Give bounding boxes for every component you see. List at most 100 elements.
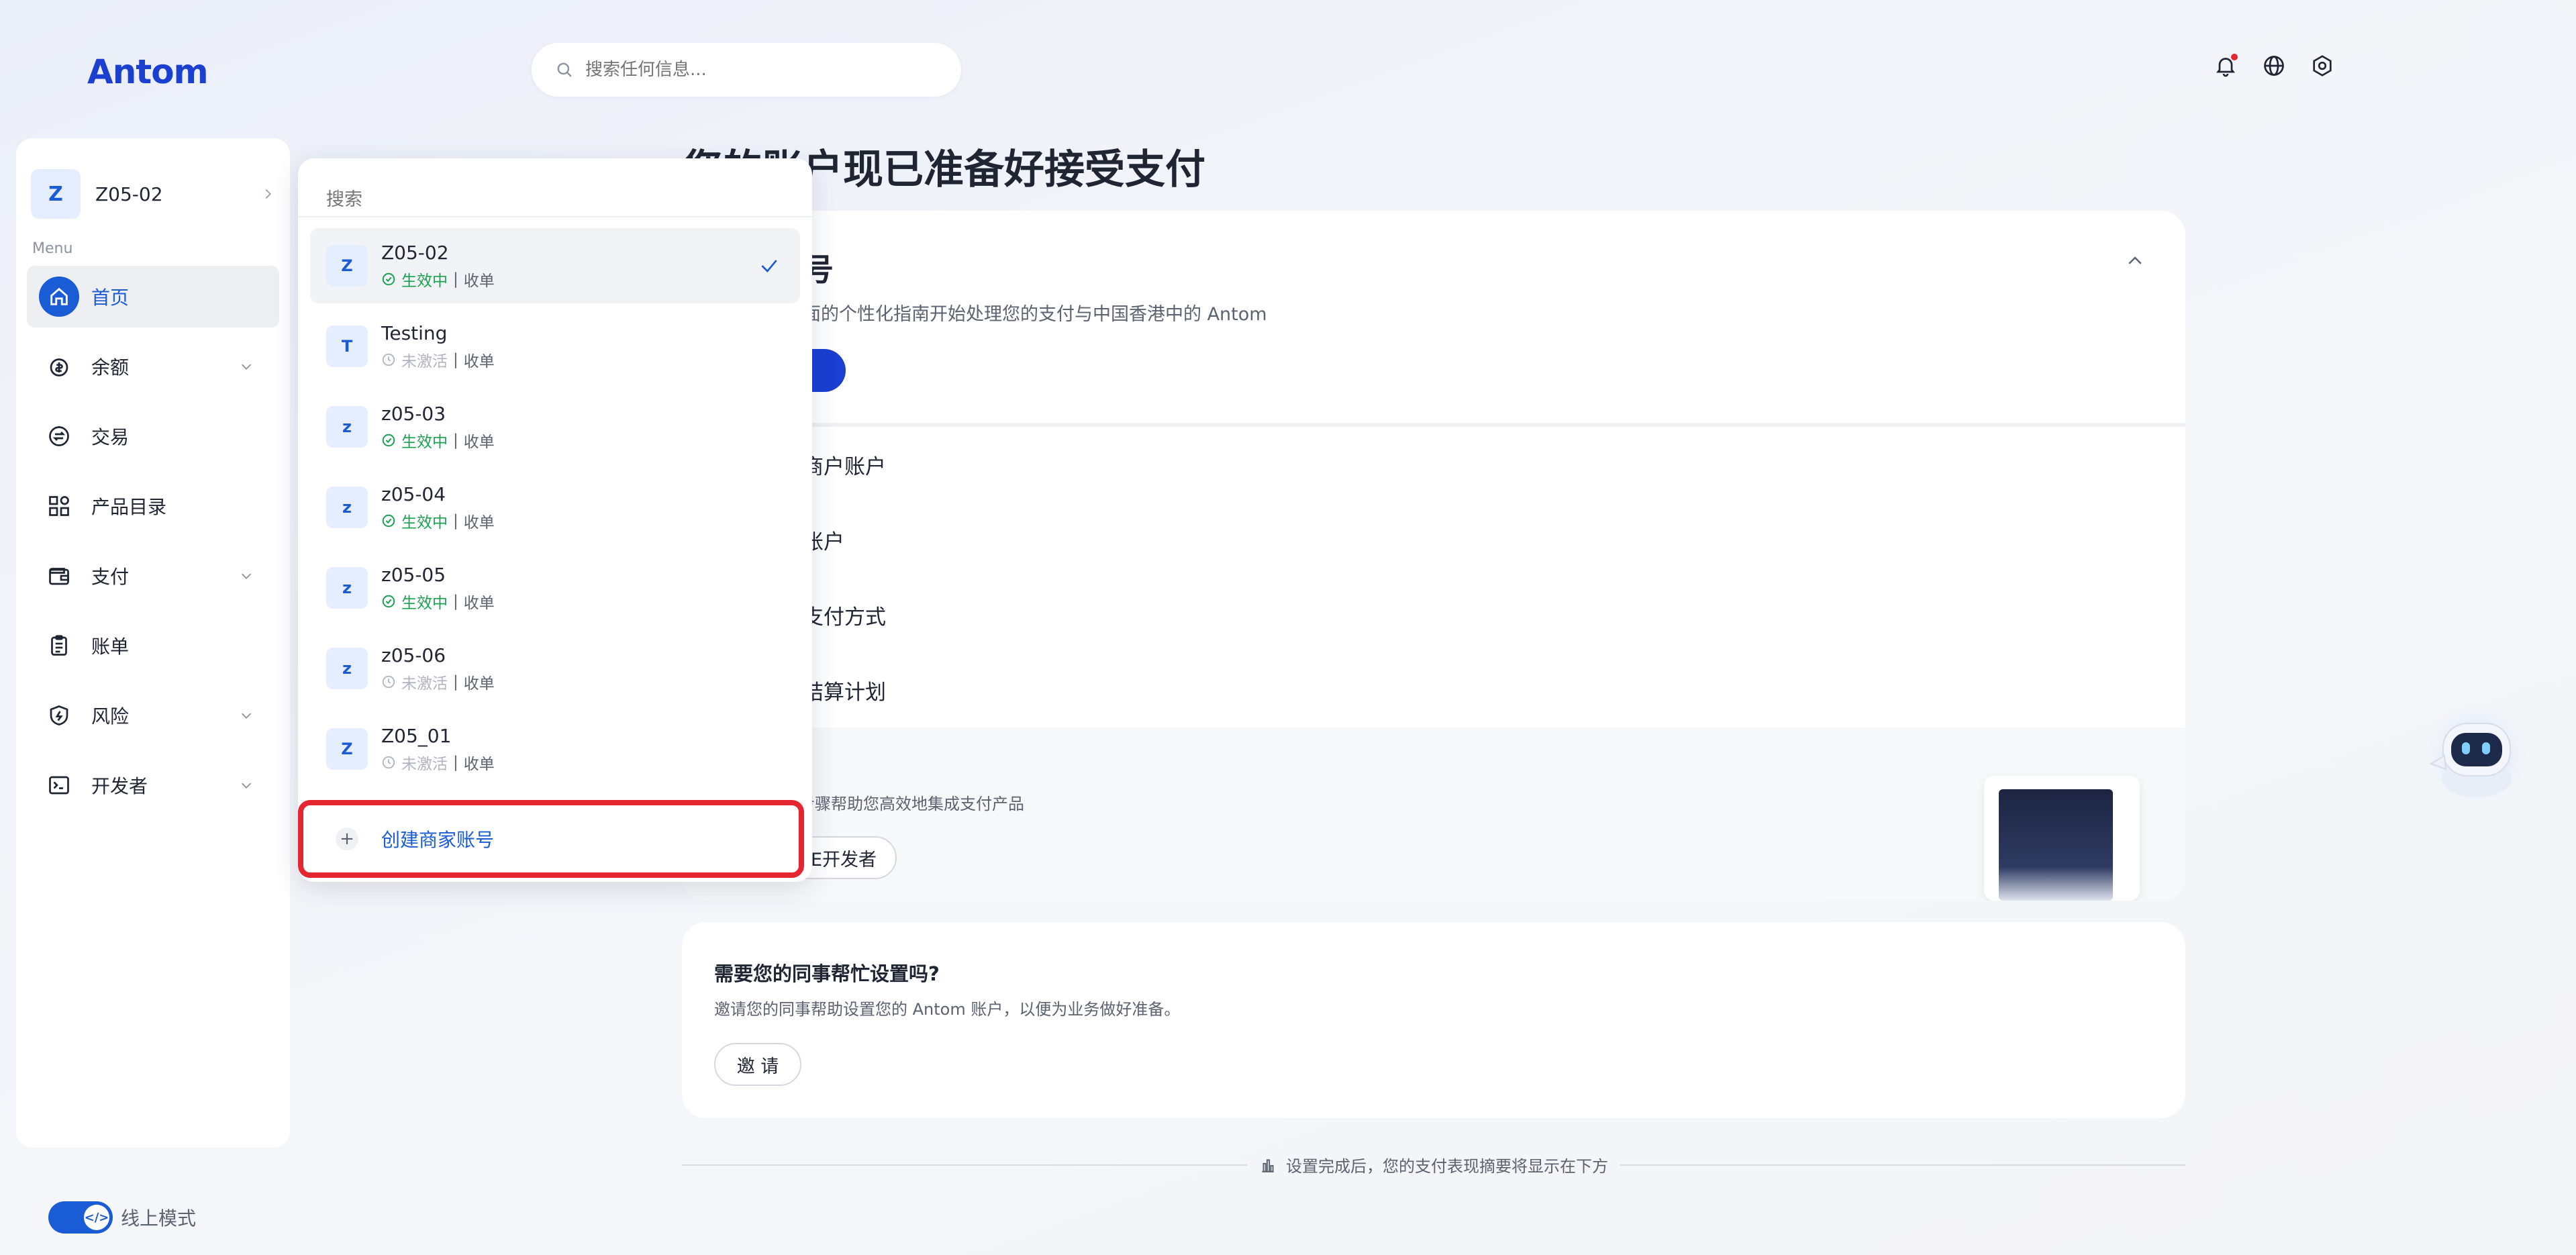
home-icon xyxy=(39,277,79,317)
avatar: Z xyxy=(31,169,81,219)
sidebar-item-balance[interactable]: 余额 xyxy=(27,336,279,397)
account-dropdown: Z Z05-02 生效中 | 收单 T Testing 未激活 | xyxy=(298,158,812,882)
plus-icon: + xyxy=(336,827,358,850)
setup-guide-card: 号 面的个性化指南开始处理您的支付与中国香港中的 Antom 商户账户 账户 支… xyxy=(682,211,2185,901)
robot-icon xyxy=(2427,705,2526,805)
language-button[interactable] xyxy=(2262,54,2286,78)
notification-button[interactable] xyxy=(2214,54,2238,78)
account-item[interactable]: z z05-05 生效中 | 收单 xyxy=(310,550,800,625)
search-icon xyxy=(557,62,572,77)
summary-note-text: 设置完成后，您的支付表现摘要将显示在下方 xyxy=(1286,1157,1608,1176)
check-circle-icon xyxy=(382,514,395,527)
account-type: 收单 xyxy=(463,755,495,773)
separator: | xyxy=(453,350,458,368)
sidebar-item-label: 交易 xyxy=(91,426,130,448)
summary-note: 设置完成后，您的支付表现摘要将显示在下方 xyxy=(682,1153,2185,1176)
avatar: T xyxy=(326,325,368,367)
clock-icon xyxy=(382,353,395,366)
search-input[interactable] xyxy=(585,60,934,80)
sidebar-item-catalog[interactable]: 产品目录 xyxy=(27,475,279,537)
divider xyxy=(682,423,2185,427)
account-type: 收单 xyxy=(463,433,495,451)
gear-icon xyxy=(2313,55,2332,77)
clock-icon xyxy=(382,756,395,768)
header-actions xyxy=(2214,54,2334,78)
invite-title: 需要您的同事帮忙设置吗? xyxy=(714,962,940,985)
wallet-icon xyxy=(39,556,79,596)
step-settlement-plan[interactable]: 结算计划 xyxy=(803,675,886,705)
create-merchant-account-label: 创建商家账号 xyxy=(381,829,495,851)
account-item[interactable]: Z Z05_01 未激活 | 收单 xyxy=(310,711,800,787)
account-name: z05-05 xyxy=(381,563,446,586)
avatar: z xyxy=(326,487,368,528)
exchange-icon xyxy=(39,416,79,456)
menu-label: Menu xyxy=(32,240,73,257)
step-merchant-account[interactable]: 商户账户 xyxy=(803,450,886,480)
invite-colleague-card: 需要您的同事帮忙设置吗? 邀请您的同事帮助设置您的 Antom 账户，以便为业务… xyxy=(682,922,2185,1118)
sidebar-item-home[interactable]: 首页 xyxy=(27,266,279,328)
avatar: Z xyxy=(326,245,368,287)
sidebar-item-label: 首页 xyxy=(91,287,130,309)
sidebar-item-bills[interactable]: 账单 xyxy=(27,615,279,676)
code-icon: </> xyxy=(84,1205,109,1230)
avatar: z xyxy=(326,567,368,609)
status-badge: 未激活 xyxy=(401,755,448,773)
sidebar-item-label: 产品目录 xyxy=(91,496,167,518)
code-screen xyxy=(1999,789,2113,901)
create-merchant-account-button[interactable]: + 创建商家账号 xyxy=(298,800,804,878)
antom-logo[interactable]: Antom xyxy=(87,52,209,91)
avatar: Z xyxy=(326,728,368,770)
developer-section: 行的步骤帮助您高效地集成支付产品 E开发者 xyxy=(682,727,2185,901)
account-name: Z05-02 xyxy=(381,241,449,264)
divider xyxy=(298,216,812,217)
separator: | xyxy=(453,431,458,449)
sidebar-item-transactions[interactable]: 交易 xyxy=(27,405,279,467)
avatar: z xyxy=(326,648,368,689)
separator: | xyxy=(453,753,458,771)
step-payment-methods[interactable]: 支付方式 xyxy=(803,600,886,630)
separator: | xyxy=(453,672,458,691)
chevron-down-icon xyxy=(241,364,252,370)
separator: | xyxy=(453,270,458,288)
separator: | xyxy=(453,592,458,610)
sidebar-item-label: 风险 xyxy=(91,705,130,727)
globe-icon xyxy=(2264,56,2284,76)
status-badge: 未激活 xyxy=(401,352,448,370)
account-name: Z05_01 xyxy=(381,724,452,747)
code-preview-image xyxy=(1984,776,2140,901)
mode-toggle[interactable]: </> xyxy=(48,1201,113,1234)
account-type: 收单 xyxy=(463,674,495,693)
divider xyxy=(1620,1164,2185,1166)
bar-chart-icon xyxy=(1262,1158,1274,1172)
global-search[interactable] xyxy=(532,43,961,97)
account-item[interactable]: z z05-04 生效中 | 收单 xyxy=(310,470,800,545)
invite-button[interactable]: 邀 请 xyxy=(714,1043,801,1086)
account-item[interactable]: T Testing 未激活 | 收单 xyxy=(310,309,800,384)
sidebar-item-label: 支付 xyxy=(91,566,130,588)
sidebar-item-label: 账单 xyxy=(91,636,130,658)
checkmark-icon xyxy=(761,260,777,272)
account-name: Z05-02 xyxy=(95,183,163,205)
assistant-robot[interactable] xyxy=(2410,705,2534,805)
chevron-up-icon[interactable] xyxy=(2125,251,2145,271)
terminal-icon xyxy=(39,765,79,805)
account-switcher[interactable]: Z Z05-02 xyxy=(31,164,275,224)
check-circle-icon xyxy=(382,595,395,607)
account-search-input[interactable] xyxy=(326,179,796,220)
account-item[interactable]: z z05-06 未激活 | 收单 xyxy=(310,631,800,706)
shield-icon xyxy=(39,695,79,736)
divider xyxy=(682,1164,1247,1166)
account-item[interactable]: z z05-03 生效中 | 收单 xyxy=(310,389,800,464)
sidebar-item-developer[interactable]: 开发者 xyxy=(27,754,279,816)
invite-desc: 邀请您的同事帮助设置您的 Antom 账户，以便为业务做好准备。 xyxy=(714,1000,1181,1019)
chevron-down-icon xyxy=(241,783,252,789)
settings-button[interactable] xyxy=(2310,54,2334,78)
sidebar: Z Z05-02 Menu 首页 余额 交易 产品目录 支付 账单 风险 开发者 xyxy=(16,138,290,1148)
live-mode-switch[interactable]: </> 线上模式 xyxy=(48,1201,196,1234)
chevron-down-icon xyxy=(241,713,252,719)
sidebar-item-payments[interactable]: 支付 xyxy=(27,545,279,607)
sidebar-item-risk[interactable]: 风险 xyxy=(27,685,279,746)
separator: | xyxy=(453,511,458,530)
account-name: z05-04 xyxy=(381,483,446,505)
account-item[interactable]: Z Z05-02 生效中 | 收单 xyxy=(310,228,800,303)
